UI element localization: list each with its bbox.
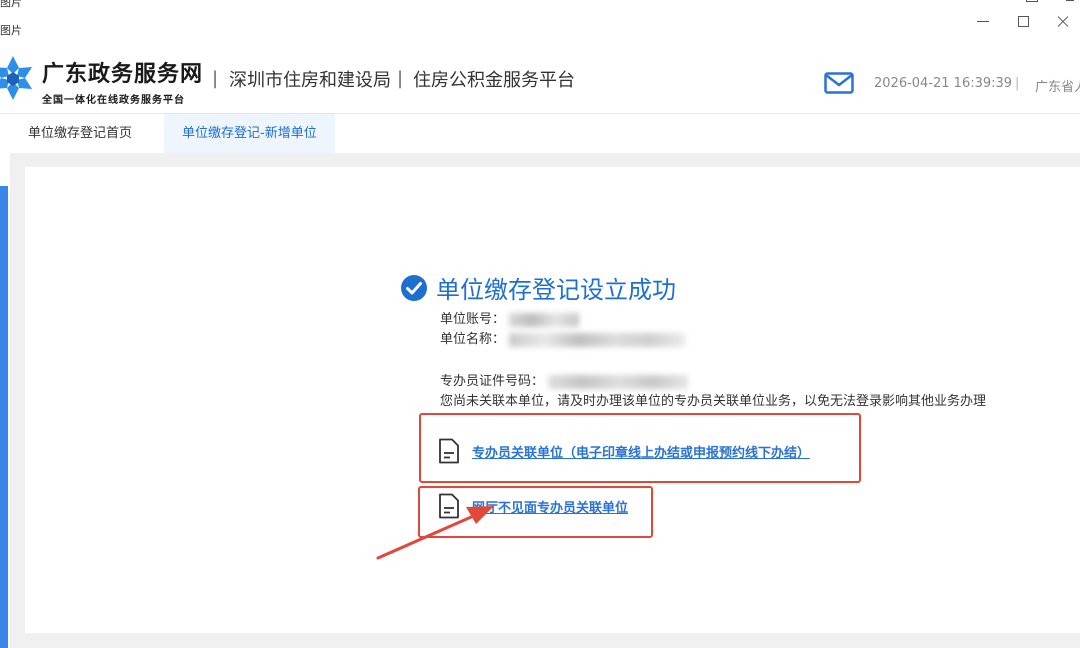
id-number-value-redacted xyxy=(548,374,689,389)
mail-icon[interactable] xyxy=(824,72,854,94)
tab-bar: 单位缴存登记首页 单位缴存登记-新增单位 xyxy=(0,113,1080,154)
platform-name: 住房公积金服务平台 xyxy=(413,70,575,91)
window-restore-fragment xyxy=(1026,0,1038,2)
unit-name-label: 单位名称： xyxy=(440,332,506,347)
header-separator-2: | xyxy=(397,68,404,89)
close-icon[interactable] xyxy=(1056,14,1070,28)
success-header: 单位缴存登记设立成功 xyxy=(400,270,676,305)
header-separator: | xyxy=(212,68,219,89)
region-selector[interactable]: 广东省人 xyxy=(1035,76,1080,95)
maximize-icon[interactable] xyxy=(1016,14,1030,28)
brand-title: 广东政务服务网 xyxy=(42,62,204,87)
department-name: 深圳市住房和建设局 xyxy=(229,70,391,91)
minimize-icon[interactable] xyxy=(976,14,990,28)
brand-subtitle: 全国一体化在线政务服务平台 xyxy=(42,95,185,106)
left-sidebar-strip xyxy=(0,186,8,648)
window-title-fragment-2: 图片 xyxy=(0,24,22,37)
tab-registration-home[interactable]: 单位缴存登记首页 xyxy=(10,114,150,154)
brand[interactable]: 广东政务服务网 全国一体化在线政务服务平台 xyxy=(42,56,203,106)
site-header: 广东政务服务网 全国一体化在线政务服务平台 | 深圳市住房和建设局 | 住房公积… xyxy=(0,44,1080,112)
id-number-label: 专办员证件号码： xyxy=(440,374,545,389)
associate-unit-link[interactable]: 专办员关联单位（电子印章线上办结或申报预约线下办结） xyxy=(472,442,810,461)
id-number-row: 专办员证件号码： xyxy=(440,370,689,389)
current-datetime: 2026-04-21 16:39:39 xyxy=(874,76,1013,91)
unit-account-label: 单位账号： xyxy=(440,312,506,327)
window-title-fragment: 图片 xyxy=(0,0,22,9)
tab-new-unit[interactable]: 单位缴存登记-新增单位 xyxy=(164,114,335,154)
window-controls xyxy=(976,14,1070,28)
unit-name-value-redacted xyxy=(509,332,686,347)
header-separator-3: | xyxy=(1015,76,1020,91)
annotation-arrow-icon xyxy=(376,506,494,560)
snowflake-logo-icon xyxy=(0,56,32,100)
check-circle-icon xyxy=(401,274,427,301)
success-title: 单位缴存登记设立成功 xyxy=(436,276,676,304)
link-row-associate-unit[interactable]: 专办员关联单位（电子印章线上办结或申报预约线下办结） xyxy=(438,438,810,464)
unit-account-value-redacted xyxy=(509,312,580,327)
notice-text: 您尚未关联本单位，请及时办理该单位的专办员关联单位业务，以免无法登录影响其他业务… xyxy=(440,394,987,409)
unit-name-row: 单位名称： xyxy=(440,328,686,347)
window-minimize-fragment xyxy=(1066,0,1074,1)
unit-account-row: 单位账号： xyxy=(440,308,580,327)
document-icon xyxy=(439,438,459,464)
